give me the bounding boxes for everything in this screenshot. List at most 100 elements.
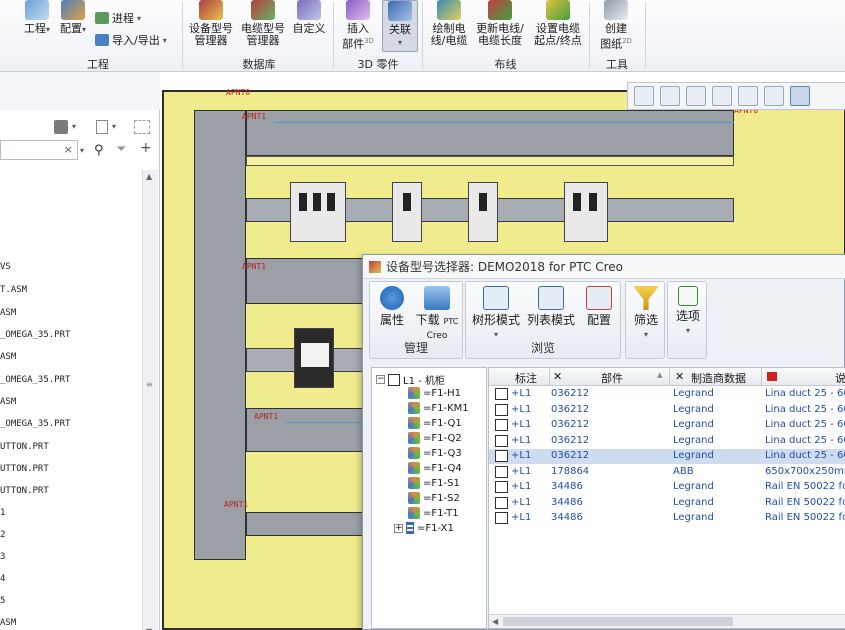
cabinet-tree: − L1 - 机柜 =F1-H1 =F1-KM1 =F1-Q1 =F1-Q2 =…	[371, 367, 487, 629]
tree-filter-list-icon[interactable]	[96, 120, 108, 134]
tree-node[interactable]: =F1-KM1	[408, 402, 469, 414]
tree-item[interactable]: 4	[0, 574, 5, 584]
table-row[interactable]: +L1 036212 Legrand Lina duct 25 - 60x	[489, 403, 845, 418]
cable-display-icon[interactable]	[790, 86, 810, 106]
column-header-manufacturer[interactable]: 制造商数据	[691, 370, 746, 386]
table-row[interactable]: +L1 34486 Legrand Rail EN 50022 for	[489, 496, 845, 511]
tree-item[interactable]: T.ASM	[0, 285, 27, 295]
tree-item[interactable]: VS	[0, 262, 11, 272]
config-view-button[interactable]: 配置	[578, 286, 620, 327]
search-clear-icon[interactable]: ×	[64, 143, 73, 156]
tree-node[interactable]: =F1-Q4	[408, 462, 462, 474]
zoom-icon[interactable]	[634, 86, 654, 106]
cable-model-manager-button[interactable]: 电缆型号 管理器	[238, 0, 288, 47]
tree-root-node[interactable]: − L1 - 机柜	[376, 372, 445, 387]
tree-item[interactable]: _OMEGA_35.PRT	[0, 419, 70, 429]
scroll-grip-icon[interactable]: ≡	[146, 380, 153, 389]
download-button[interactable]: 下载 PTC Creo	[412, 286, 462, 343]
collapse-icon[interactable]: −	[376, 375, 385, 384]
saved-views-icon[interactable]	[712, 86, 732, 106]
device-model-manager-button[interactable]: 设备型号 管理器	[186, 0, 236, 47]
tree-node[interactable]: =F1-Q2	[408, 432, 462, 444]
tree-item[interactable]: UTTON.PRT	[0, 442, 49, 452]
expand-icon[interactable]: +	[394, 523, 403, 533]
tree-filter-dropdown-icon[interactable]: ▾	[112, 122, 116, 131]
circuit-breaker[interactable]	[564, 182, 608, 242]
list-mode-button[interactable]: 列表模式	[524, 286, 578, 327]
contactor[interactable]	[294, 328, 334, 388]
filter-funnel-icon[interactable]: ⏷	[116, 142, 126, 157]
create-drawing-button[interactable]: 创建 图纸2D	[594, 0, 638, 51]
annotation-label: APNT1	[242, 112, 267, 121]
table-row[interactable]: +L1 34486 Legrand Rail EN 50022 for	[489, 511, 845, 526]
table-row[interactable]: +L1 036212 Legrand Lina duct 25 - 60x	[489, 449, 845, 464]
tree-node[interactable]: =F1-T1	[408, 507, 459, 519]
associate-icon	[388, 1, 412, 21]
update-cable-length-button[interactable]: 更新电线/ 电缆长度	[474, 0, 526, 47]
table-row[interactable]: +L1 34486 Legrand Rail EN 50022 for	[489, 480, 845, 495]
properties-button[interactable]: 属性	[374, 286, 410, 327]
refit-icon[interactable]	[660, 86, 680, 106]
dialog-titlebar[interactable]: 设备型号选择器: DEMO2018 for PTC Creo	[363, 255, 845, 279]
find-binoculars-icon[interactable]: ⚲	[94, 143, 104, 158]
tree-item[interactable]: UTTON.PRT	[0, 486, 49, 496]
set-cable-endpoints-button[interactable]: 设置电缆 起点/终点	[530, 0, 586, 47]
tree-item[interactable]: 3	[0, 552, 5, 562]
column-header-part[interactable]: 部件	[601, 370, 623, 386]
scroll-left-icon[interactable]: ◀	[492, 617, 498, 626]
display-style-icon[interactable]	[738, 86, 758, 106]
tree-item[interactable]: UTTON.PRT	[0, 464, 49, 474]
scroll-up-icon[interactable]: ▲	[146, 172, 152, 181]
project-button[interactable]: 工程▾	[22, 0, 52, 36]
device-cube-icon	[408, 477, 420, 489]
tree-item[interactable]: 5	[0, 596, 5, 606]
circuit-breaker[interactable]	[392, 182, 422, 242]
tree-item[interactable]: ASM	[0, 397, 16, 407]
tree-node[interactable]: =F1-S2	[408, 492, 460, 504]
tree-item[interactable]: ASM	[0, 352, 16, 362]
tree-search-input[interactable]: ×	[0, 140, 78, 160]
circuit-breaker[interactable]	[468, 182, 498, 242]
tree-node[interactable]: =F1-H1	[408, 387, 461, 399]
scroll-thumb[interactable]	[503, 617, 733, 626]
insert-part-button[interactable]: 插入 部件3D	[337, 0, 379, 51]
tree-node[interactable]: + =F1-X1	[394, 522, 454, 534]
table-row[interactable]: +L1 036212 Legrand Lina duct 25 - 60x	[489, 418, 845, 433]
config-button[interactable]: 配置▾	[56, 0, 90, 36]
custom-button[interactable]: 自定义	[290, 0, 328, 35]
datum-display-icon[interactable]	[764, 86, 784, 106]
view-orientation-icon[interactable]	[686, 86, 706, 106]
filter-button[interactable]: 筛选 ▾	[628, 286, 664, 341]
cell-description: 650x700x250mm U	[765, 465, 845, 477]
table-row[interactable]: +L1 178864 ABB 650x700x250mm U	[489, 465, 845, 480]
cell-manufacturer: Legrand	[673, 450, 714, 461]
table-row[interactable]: +L1 036212 Legrand Lina duct 25 - 60x	[489, 387, 845, 402]
tree-item[interactable]: 1	[0, 508, 5, 518]
circuit-breaker[interactable]	[290, 182, 346, 242]
table-row[interactable]: +L1 036212 Legrand Lina duct 25 - 60x	[489, 434, 845, 449]
progress-button[interactable]: 进程 ▾	[95, 10, 141, 26]
import-export-button[interactable]: 导入/导出 ▾	[95, 32, 167, 48]
associate-button[interactable]: 关联 ▾	[382, 0, 418, 52]
column-header-description[interactable]: 说	[835, 370, 845, 386]
tree-settings-icon[interactable]	[54, 120, 68, 134]
column-header-tag[interactable]: 标注	[515, 370, 537, 386]
draw-cable-button[interactable]: 绘制电 线/电缆	[426, 0, 472, 47]
insert-part-icon	[346, 0, 370, 20]
options-button[interactable]: 选项 ▾	[670, 286, 706, 337]
table-horizontal-scrollbar[interactable]: ◀	[489, 614, 845, 628]
tree-item[interactable]: ASM	[0, 308, 16, 318]
add-icon[interactable]: +	[140, 140, 152, 156]
tree-columns-icon[interactable]	[134, 120, 150, 134]
tree-node[interactable]: =F1-Q3	[408, 447, 462, 459]
tree-node[interactable]: =F1-Q1	[408, 417, 462, 429]
tree-item[interactable]: _OMEGA_35.PRT	[0, 375, 70, 385]
tree-item[interactable]: _OMEGA_35.PRT	[0, 330, 70, 340]
tree-item[interactable]: ASM	[0, 618, 16, 628]
tree-scrollbar[interactable]: ▲ ≡ ▼	[142, 170, 158, 630]
tree-settings-dropdown-icon[interactable]: ▾	[72, 122, 76, 131]
tree-node[interactable]: =F1-S1	[408, 477, 460, 489]
tree-mode-button[interactable]: 树形模式 ▾	[468, 286, 524, 341]
search-dropdown-icon[interactable]: ▾	[80, 146, 84, 155]
tree-item[interactable]: 2	[0, 530, 5, 540]
